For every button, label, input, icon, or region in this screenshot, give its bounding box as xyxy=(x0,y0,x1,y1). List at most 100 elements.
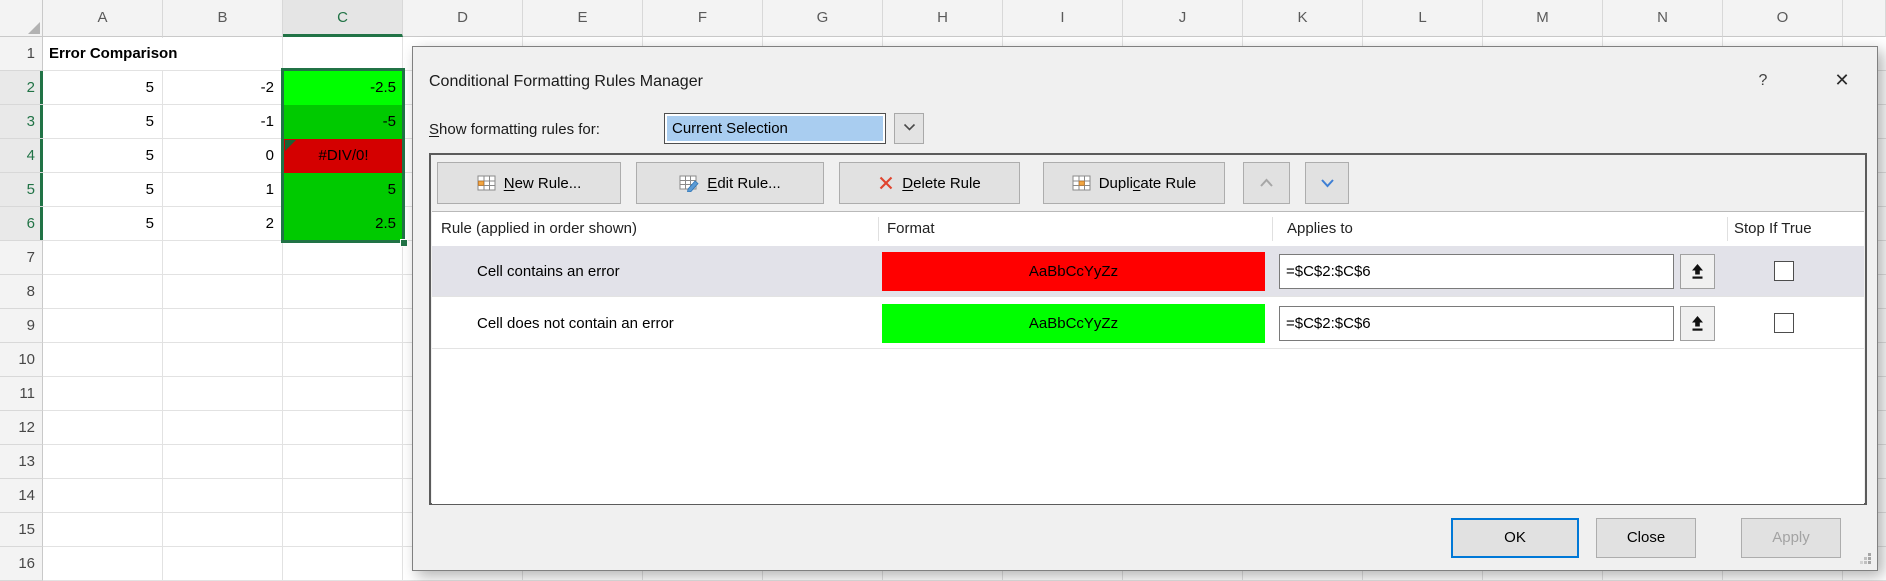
resize-grip[interactable] xyxy=(1859,552,1872,569)
cell-c2-active[interactable]: -2.5 xyxy=(284,71,403,105)
cell-b4[interactable]: 0 xyxy=(163,139,283,173)
cell-b5[interactable]: 1 xyxy=(163,173,283,207)
column-header-l[interactable]: L xyxy=(1363,0,1483,37)
collapse-arrow-icon xyxy=(1690,263,1705,280)
cell-a4[interactable]: 5 xyxy=(43,139,163,173)
new-rule-icon xyxy=(477,175,496,191)
column-header-c[interactable]: C xyxy=(283,0,403,37)
row-header-15[interactable]: 15 xyxy=(0,513,43,547)
delete-rule-icon xyxy=(878,175,894,191)
list-header-stop: Stop If True xyxy=(1734,212,1812,245)
rule-name: Cell does not contain an error xyxy=(477,298,674,349)
move-rule-down-button[interactable] xyxy=(1305,162,1349,204)
show-rules-mnemonic: S xyxy=(429,121,439,138)
show-rules-dropdown-button[interactable] xyxy=(894,113,924,144)
format-preview-green: AaBbCcYyZz xyxy=(882,304,1265,343)
rule-row-error[interactable]: Cell contains an error AaBbCcYyZz xyxy=(432,246,1864,297)
column-header-f[interactable]: F xyxy=(643,0,763,37)
rules-list: Rule (applied in order shown) Format App… xyxy=(432,211,1864,504)
column-header-o[interactable]: O xyxy=(1723,0,1843,37)
edit-rule-label: Edit Rule... xyxy=(707,175,780,192)
row-header-11[interactable]: 11 xyxy=(0,377,43,411)
column-header-n[interactable]: N xyxy=(1603,0,1723,37)
dialog-title: Conditional Formatting Rules Manager xyxy=(429,73,703,91)
list-header-format: Format xyxy=(887,212,935,245)
row-header-6[interactable]: 6 xyxy=(0,207,43,241)
close-button[interactable]: Close xyxy=(1596,518,1696,558)
applies-to-input[interactable] xyxy=(1279,254,1674,289)
cell-a1-title[interactable]: Error Comparison xyxy=(44,38,282,70)
conditional-formatting-rules-manager-dialog: Conditional Formatting Rules Manager ? ✕… xyxy=(412,46,1878,571)
resize-grip-icon xyxy=(1859,552,1872,565)
row-header-3[interactable]: 3 xyxy=(0,105,43,139)
show-rules-combobox[interactable]: Current Selection xyxy=(664,113,886,144)
row-header-4[interactable]: 4 xyxy=(0,139,43,173)
row-header-16[interactable]: 16 xyxy=(0,547,43,581)
row-header-9[interactable]: 9 xyxy=(0,309,43,343)
edit-rule-button[interactable]: Edit Rule... xyxy=(636,162,824,204)
row-header-10[interactable]: 10 xyxy=(0,343,43,377)
format-preview-red: AaBbCcYyZz xyxy=(882,252,1265,291)
cell-a2[interactable]: 5 xyxy=(43,71,163,105)
select-all-corner[interactable] xyxy=(0,0,43,37)
row-header-12[interactable]: 12 xyxy=(0,411,43,445)
header-divider xyxy=(878,217,879,241)
new-rule-label: New Rule... xyxy=(504,175,582,192)
rules-container: New Rule... Edit Rule... Delete Rule Dup… xyxy=(429,153,1867,505)
column-header-b[interactable]: B xyxy=(163,0,283,37)
row-header-8[interactable]: 8 xyxy=(0,275,43,309)
cell-c5[interactable]: 5 xyxy=(284,173,403,207)
collapse-dialog-picker-button[interactable] xyxy=(1680,254,1715,289)
column-header-g[interactable]: G xyxy=(763,0,883,37)
column-header-j[interactable]: J xyxy=(1123,0,1243,37)
cell-a6[interactable]: 5 xyxy=(43,207,163,241)
list-header-rule: Rule (applied in order shown) xyxy=(441,212,637,245)
collapse-dialog-picker-button[interactable] xyxy=(1680,306,1715,341)
stop-if-true-checkbox[interactable] xyxy=(1774,313,1794,333)
cell-b6[interactable]: 2 xyxy=(163,207,283,241)
column-header-d[interactable]: D xyxy=(403,0,523,37)
column-header-i[interactable]: I xyxy=(1003,0,1123,37)
show-rules-label: Show formatting rules for: xyxy=(429,121,600,138)
error-indicator-triangle-icon xyxy=(285,140,296,151)
move-rule-up-button[interactable] xyxy=(1243,162,1290,204)
chevron-down-icon xyxy=(1320,178,1335,188)
row-header-13[interactable]: 13 xyxy=(0,445,43,479)
header-divider xyxy=(1272,217,1273,241)
column-header-m[interactable]: M xyxy=(1483,0,1603,37)
apply-button-disabled[interactable]: Apply xyxy=(1741,518,1841,558)
chevron-down-icon xyxy=(903,123,916,132)
column-header-k[interactable]: K xyxy=(1243,0,1363,37)
header-divider xyxy=(1727,217,1728,241)
cell-c3[interactable]: -5 xyxy=(284,105,403,139)
rule-name: Cell contains an error xyxy=(477,246,620,297)
rule-row-no-error[interactable]: Cell does not contain an error AaBbCcYyZ… xyxy=(432,298,1864,349)
column-header-a[interactable]: A xyxy=(43,0,163,37)
applies-to-input[interactable] xyxy=(1279,306,1674,341)
column-header-partial[interactable] xyxy=(1843,0,1886,37)
fill-handle[interactable] xyxy=(400,239,408,247)
column-header-e[interactable]: E xyxy=(523,0,643,37)
column-header-h[interactable]: H xyxy=(883,0,1003,37)
cell-a5[interactable]: 5 xyxy=(43,173,163,207)
stop-if-true-checkbox[interactable] xyxy=(1774,261,1794,281)
row-header-7[interactable]: 7 xyxy=(0,241,43,275)
edit-rule-icon xyxy=(679,175,699,192)
row-header-14[interactable]: 14 xyxy=(0,479,43,513)
list-header-applies: Applies to xyxy=(1287,212,1353,245)
delete-rule-button[interactable]: Delete Rule xyxy=(839,162,1020,204)
row-header-5[interactable]: 5 xyxy=(0,173,43,207)
cell-c4-error[interactable]: #DIV/0! xyxy=(284,139,403,173)
cell-c6[interactable]: 2.5 xyxy=(284,207,403,241)
help-icon[interactable]: ? xyxy=(1753,72,1773,90)
cell-b2[interactable]: -2 xyxy=(163,71,283,105)
row-header-1[interactable]: 1 xyxy=(0,37,43,71)
ok-button[interactable]: OK xyxy=(1451,518,1579,558)
duplicate-rule-button[interactable]: Duplicate Rule xyxy=(1043,162,1225,204)
new-rule-button[interactable]: New Rule... xyxy=(437,162,621,204)
select-all-triangle-icon xyxy=(28,22,40,34)
row-header-2[interactable]: 2 xyxy=(0,71,43,105)
close-icon[interactable]: ✕ xyxy=(1829,70,1855,91)
cell-a3[interactable]: 5 xyxy=(43,105,163,139)
cell-b3[interactable]: -1 xyxy=(163,105,283,139)
